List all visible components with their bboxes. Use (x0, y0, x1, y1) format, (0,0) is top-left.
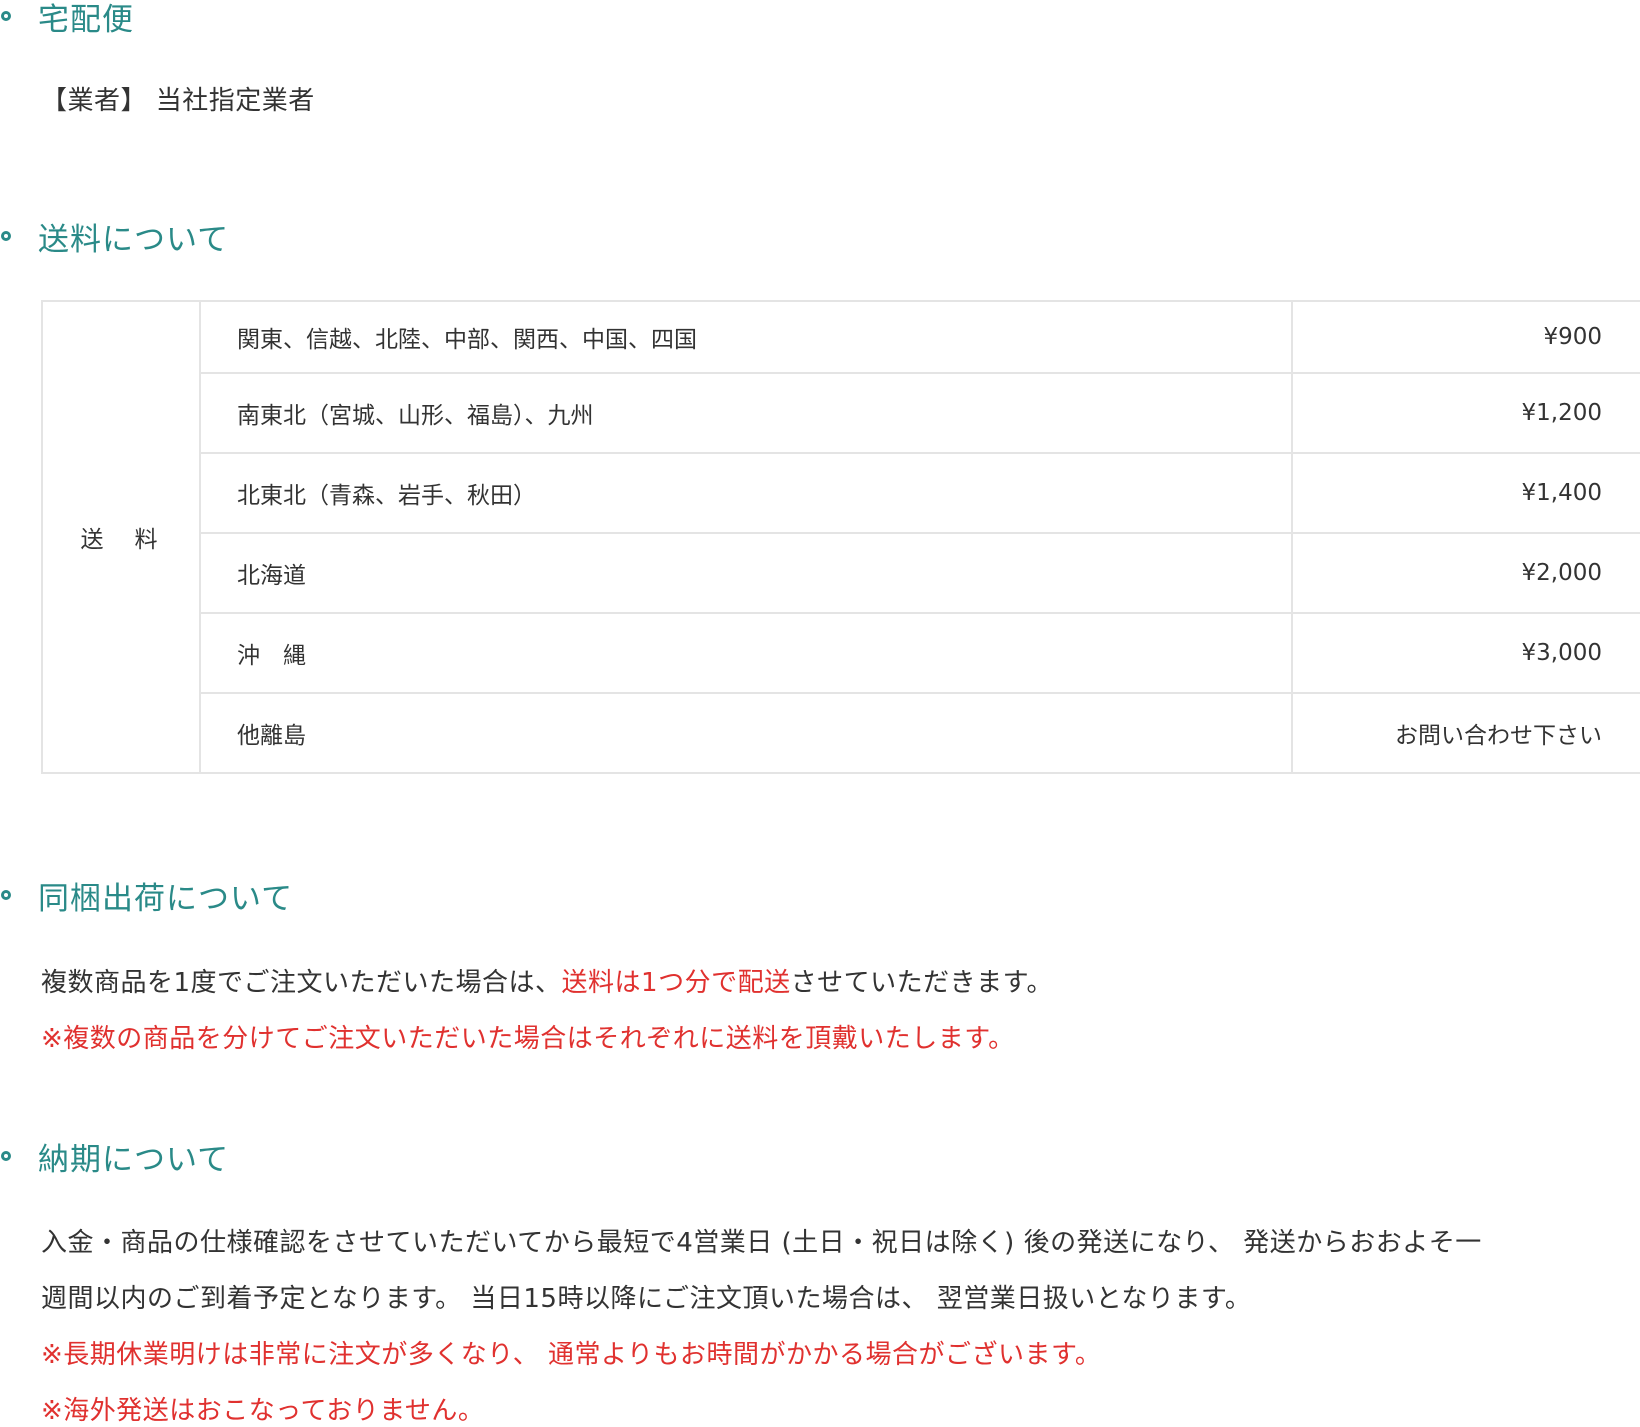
bundle-line-1: 複数商品を1度でご注文いただいた場合は、送料は1つ分で配送させていただきます。 (41, 962, 1053, 999)
price-cell: ¥3,000 (1291, 612, 1640, 694)
region-cell: 北海道 (199, 532, 1293, 614)
heading-bundle-title: 同梱出荷について (38, 880, 294, 917)
price-cell: ¥1,400 (1291, 452, 1640, 534)
region-cell: 関東、信越、北陸、中部、関西、中国、四国 (199, 300, 1293, 374)
region-cell: 沖 縄 (199, 612, 1293, 694)
delivery-time-line-1: 入金・商品の仕様確認をさせていただいてから最短で4営業日 (土日・祝日は除く) … (41, 1228, 1482, 1258)
bundle-text-c: させていただきます。 (790, 968, 1053, 998)
table-row: 北海道 ¥2,000 (42, 532, 1640, 614)
table-row: 南東北（宮城、山形、福島）、九州 ¥1,200 (42, 372, 1640, 454)
heading-shipping-title: 送料について (38, 221, 230, 258)
shipping-header-cell: 送 料 (41, 300, 201, 774)
circle-bullet-icon (1, 1151, 11, 1161)
bundle-text-a: 複数商品を1度でご注文いただいた場合は、 (41, 968, 562, 998)
table-row: 他離島 お問い合わせ下さい (42, 692, 1640, 774)
heading-delivery-time-title: 納期について (38, 1141, 230, 1178)
price-cell: ¥2,000 (1291, 532, 1640, 614)
heading-shipping: 送料について (0, 216, 230, 258)
price-cell: ¥900 (1291, 300, 1640, 374)
circle-bullet-icon (1, 231, 11, 241)
carrier-line: 【業者】 当社指定業者 (41, 86, 315, 116)
heading-delivery-time: 納期について (0, 1136, 230, 1178)
region-cell: 北東北（青森、岩手、秋田） (199, 452, 1293, 534)
shipping-fee-table: 送 料 関東、信越、北陸、中部、関西、中国、四国 ¥900 南東北（宮城、山形、… (41, 300, 1640, 774)
bundle-note: ※複数の商品を分けてご注文いただいた場合はそれぞれに送料を頂戴いたします。 (41, 1024, 1015, 1054)
table-row: 北東北（青森、岩手、秋田） ¥1,400 (42, 452, 1640, 534)
price-cell: お問い合わせ下さい (1291, 692, 1640, 774)
circle-bullet-icon (1, 890, 11, 900)
region-cell: 南東北（宮城、山形、福島）、九州 (199, 372, 1293, 454)
table-row: 送 料 関東、信越、北陸、中部、関西、中国、四国 ¥900 (41, 300, 1640, 774)
delivery-time-note-2: ※海外発送はおこなっておりません。 (41, 1396, 485, 1426)
price-cell: ¥1,200 (1291, 372, 1640, 454)
heading-bundle: 同梱出荷について (0, 875, 294, 917)
bundle-text-highlight: 送料は1つ分で配送 (561, 968, 791, 998)
delivery-time-note-1: ※長期休業明けは非常に注文が多くなり、 通常よりもお時間がかかる場合がございます… (41, 1340, 1102, 1370)
table-row: 沖 縄 ¥3,000 (42, 612, 1640, 694)
delivery-time-line-2: 週間以内のご到着予定となります。 当日15時以降にご注文頂いた場合は、 翌営業日… (41, 1284, 1252, 1314)
region-cell: 他離島 (199, 692, 1293, 774)
heading-delivery-title: 宅配便 (38, 1, 134, 38)
circle-bullet-icon (1, 11, 11, 21)
heading-delivery: 宅配便 (0, 0, 134, 38)
